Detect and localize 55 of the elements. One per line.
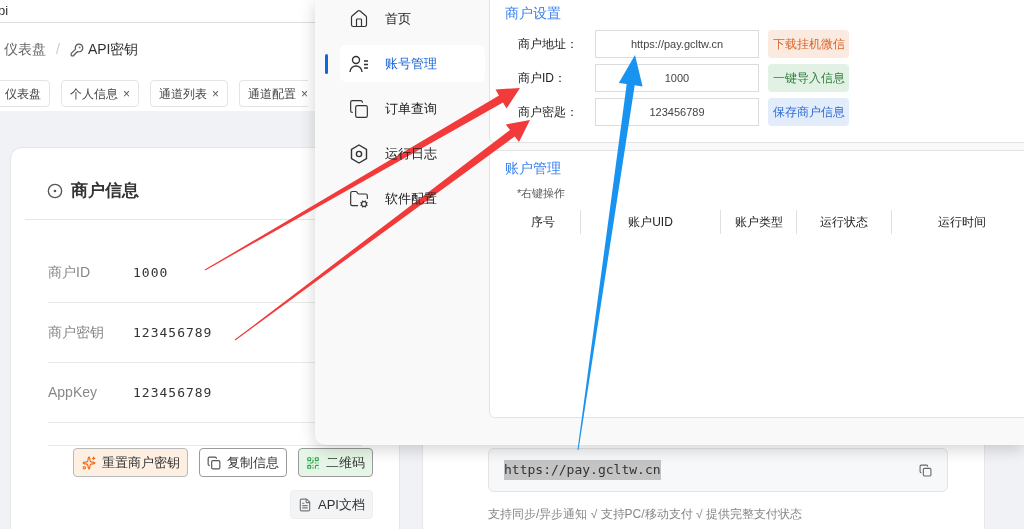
breadcrumb-separator: / (56, 40, 60, 59)
field-value: 123456789 (133, 323, 213, 342)
panel-title: 商户设置 (505, 4, 562, 23)
column-header: 序号 (530, 213, 555, 231)
nav-item[interactable]: 首页 (340, 0, 485, 37)
action-button[interactable]: 复制信息 (199, 448, 287, 477)
close-icon[interactable]: × (301, 84, 309, 103)
setting-label: 商户ID： (517, 70, 567, 87)
copy-icon[interactable] (919, 463, 932, 477)
setting-input[interactable]: 123456789 (595, 98, 759, 126)
page-tab[interactable]: 仪表盘 (0, 80, 50, 107)
breadcrumb-link[interactable]: 仪表盘 (4, 39, 46, 60)
hint-text: *右键操作 (517, 186, 567, 201)
hexagon-icon (350, 143, 368, 164)
page-tab[interactable]: 个人信息 × (61, 80, 139, 107)
sparkle-icon (81, 455, 96, 470)
feature-note: 支持同步/异步通知 √ 支持PC/移动支付 √ 提供完整支付状态 (488, 506, 803, 523)
column-header: 账户类型 (734, 213, 783, 231)
column-header: 账户UID (628, 213, 673, 231)
field-label: 商户ID (48, 263, 91, 282)
copy-icon (207, 455, 221, 470)
close-icon[interactable]: × (212, 84, 220, 103)
user-list-icon (349, 54, 369, 73)
action-button[interactable]: 二维码 (298, 448, 373, 477)
setting-input[interactable]: 1000 (595, 64, 759, 92)
page-tab[interactable]: 通道列表 × (150, 80, 229, 107)
field-value: 1000 (133, 263, 169, 282)
action-button[interactable]: 重置商户密钥 (73, 448, 188, 477)
column-header: 运行状态 (820, 213, 868, 231)
url-text: https://pay.gcltw.cn (504, 460, 661, 480)
active-indicator (325, 53, 328, 74)
setting-input[interactable]: https://pay.gcltw.cn (595, 30, 759, 58)
panel-title: 账户管理 (505, 159, 562, 178)
setting-button[interactable]: 一键导入信息 (768, 64, 849, 92)
document-icon (298, 497, 312, 512)
card-title: 商户信息 (71, 179, 139, 202)
column-header: 运行时间 (938, 213, 986, 231)
target-icon (47, 182, 63, 199)
key-icon (69, 42, 84, 57)
folder-gear-icon (349, 188, 369, 209)
nav-item[interactable]: 订单查询 (340, 90, 485, 127)
qr-code-icon (306, 455, 320, 470)
field-label: AppKey (48, 383, 99, 402)
home-icon (349, 8, 369, 29)
close-icon[interactable]: × (123, 84, 130, 103)
nav-item[interactable]: 账号管理 (340, 45, 485, 82)
field-label: 商户密钥 (48, 323, 105, 342)
setting-label: 商户地址： (517, 36, 579, 53)
action-button[interactable]: API文档 (290, 490, 373, 519)
page-tab[interactable]: 通道配置 × (239, 80, 309, 107)
setting-label: 商户密匙： (517, 104, 579, 121)
setting-button[interactable]: 保存商户信息 (768, 98, 849, 126)
breadcrumb-current: API密钥 (87, 40, 139, 59)
copy-icon (349, 98, 369, 119)
field-value: 123456789 (133, 383, 213, 402)
